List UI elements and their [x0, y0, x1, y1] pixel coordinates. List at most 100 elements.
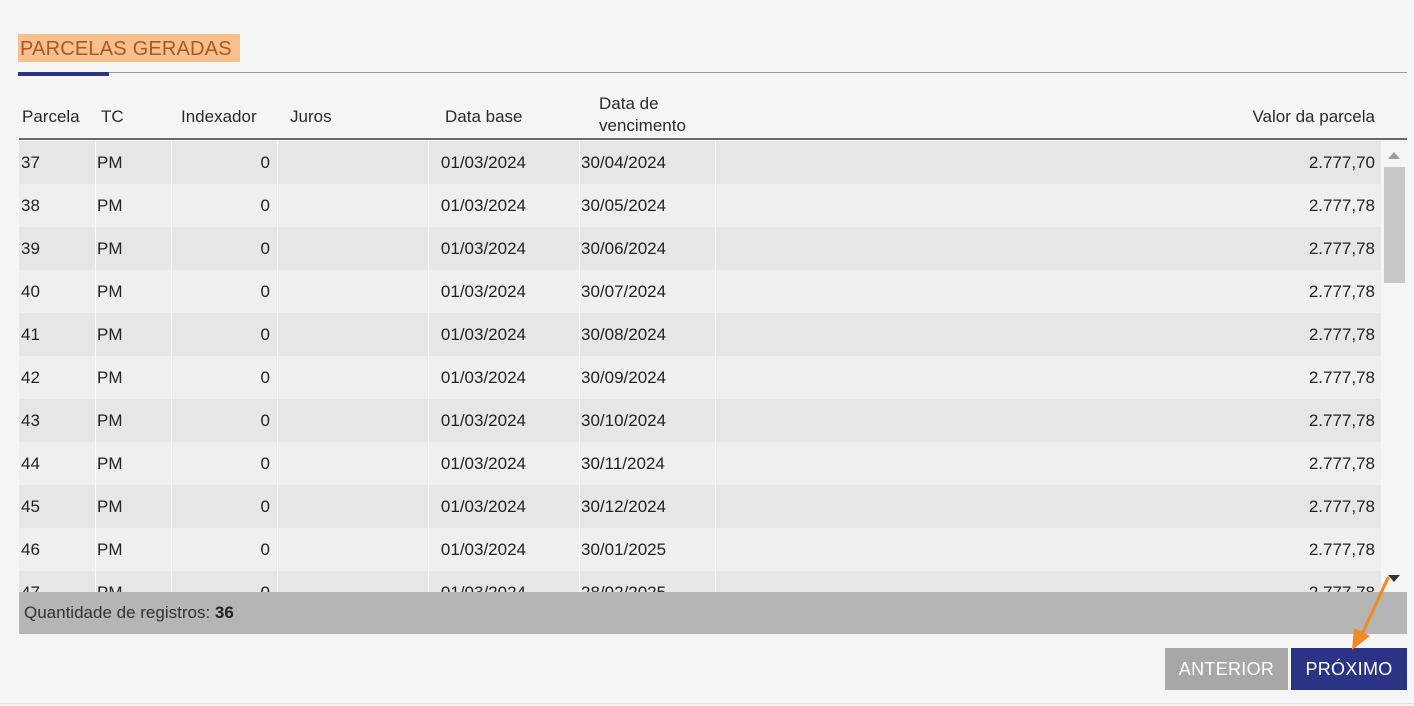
- cell-juros: [279, 442, 419, 485]
- title-divider: [18, 72, 1407, 73]
- header-tc[interactable]: TC: [101, 107, 124, 127]
- cell-indexador: 0: [260, 540, 270, 559]
- cell-parcela: 46: [21, 540, 40, 559]
- column-separator: [428, 442, 429, 485]
- header-parcela[interactable]: Parcela: [22, 107, 80, 127]
- table-row[interactable]: 39 PM 0 01/03/2024 30/06/2024 2.777,78: [19, 227, 1381, 270]
- cell-parcela: 47: [21, 571, 40, 592]
- column-separator: [579, 270, 580, 313]
- cell-data-vencimento: 30/12/2024: [581, 497, 667, 516]
- column-separator: [579, 485, 580, 528]
- cell-valor: 2.777,78: [1308, 239, 1375, 258]
- cell-parcela: 42: [21, 368, 40, 387]
- cell-juros: [279, 528, 419, 571]
- column-separator: [715, 399, 716, 442]
- column-separator: [95, 399, 96, 442]
- column-separator: [579, 313, 580, 356]
- header-juros[interactable]: Juros: [290, 107, 332, 127]
- column-separator: [277, 399, 278, 442]
- column-separator: [95, 442, 96, 485]
- cell-parcela: 37: [21, 153, 40, 172]
- cell-valor: 2.777,78: [1308, 454, 1375, 473]
- column-separator: [428, 356, 429, 399]
- cell-parcela: 45: [21, 497, 40, 516]
- column-separator: [95, 528, 96, 571]
- cell-indexador: 0: [260, 196, 270, 215]
- cell-juros: [279, 141, 419, 184]
- column-separator: [579, 141, 580, 184]
- table-row[interactable]: 42 PM 0 01/03/2024 30/09/2024 2.777,78: [19, 356, 1381, 399]
- table-row[interactable]: 40 PM 0 01/03/2024 30/07/2024 2.777,78: [19, 270, 1381, 313]
- cell-data-vencimento: 30/10/2024: [581, 411, 667, 430]
- header-indexador[interactable]: Indexador: [181, 107, 257, 127]
- column-separator: [95, 356, 96, 399]
- table-scrollbar[interactable]: [1382, 141, 1407, 592]
- column-separator: [715, 270, 716, 313]
- column-separator: [95, 571, 96, 592]
- cell-valor: 2.777,78: [1308, 196, 1375, 215]
- cell-tc: PM: [97, 153, 123, 172]
- cell-data-base: 01/03/2024: [440, 411, 526, 430]
- cell-juros: [279, 485, 419, 528]
- cell-indexador: 0: [171, 571, 270, 592]
- column-separator: [579, 399, 580, 442]
- cell-data-base: 01/03/2024: [440, 454, 526, 473]
- table-row[interactable]: 47 PM 0 01/03/2024 28/02/2025 2.777,78: [19, 571, 1381, 592]
- table-body[interactable]: 37 PM 0 01/03/2024 30/04/2024 2.777,70 38 PM 0 01…: [19, 141, 1381, 592]
- table-row[interactable]: 43 PM 0 01/03/2024 30/10/2024 2.777,78: [19, 399, 1381, 442]
- header-valor-parcela[interactable]: Valor da parcela: [1252, 107, 1375, 127]
- cell-parcela: 38: [21, 196, 40, 215]
- column-separator: [428, 571, 429, 592]
- cell-juros: [279, 399, 419, 442]
- cell-indexador: 0: [260, 325, 270, 344]
- section-title: PARCELAS GERADAS: [18, 34, 240, 62]
- cell-data-vencimento: 30/09/2024: [581, 368, 667, 387]
- cell-valor: 2.777,78: [1309, 571, 1375, 592]
- table-row[interactable]: 38 PM 0 01/03/2024 30/05/2024 2.777,78: [19, 184, 1381, 227]
- header-data-vencimento[interactable]: Data de vencimento: [599, 93, 686, 137]
- record-count-label: Quantidade de registros:: [24, 603, 211, 622]
- header-data-base[interactable]: Data base: [445, 107, 523, 127]
- cell-indexador: 0: [260, 411, 270, 430]
- column-separator: [428, 184, 429, 227]
- cell-data-vencimento: 30/05/2024: [581, 196, 667, 215]
- column-separator: [715, 313, 716, 356]
- cell-data-base: 01/03/2024: [440, 196, 526, 215]
- bottom-divider: [0, 703, 1414, 704]
- column-separator: [277, 485, 278, 528]
- table-header: Parcela TC Indexador Juros Data base Dat…: [19, 92, 1407, 138]
- scrollbar-thumb[interactable]: [1384, 167, 1405, 283]
- column-separator: [579, 571, 580, 592]
- column-separator: [715, 571, 716, 592]
- table-row[interactable]: 44 PM 0 01/03/2024 30/11/2024 2.777,78: [19, 442, 1381, 485]
- cell-data-base: 01/03/2024: [440, 368, 526, 387]
- column-separator: [428, 270, 429, 313]
- cell-data-vencimento: 30/11/2024: [581, 454, 665, 473]
- column-separator: [95, 313, 96, 356]
- title-accent-bar: [18, 72, 109, 76]
- cell-indexador: 0: [260, 153, 270, 172]
- table-row[interactable]: 46 PM 0 01/03/2024 30/01/2025 2.777,78: [19, 528, 1381, 571]
- table-row[interactable]: 37 PM 0 01/03/2024 30/04/2024 2.777,70: [19, 141, 1381, 184]
- table-row[interactable]: 45 PM 0 01/03/2024 30/12/2024 2.777,78: [19, 485, 1381, 528]
- cell-data-base: 01/03/2024: [440, 325, 526, 344]
- cell-juros: [279, 270, 419, 313]
- column-separator: [715, 356, 716, 399]
- column-separator: [428, 141, 429, 184]
- table-row[interactable]: 41 PM 0 01/03/2024 30/08/2024 2.777,78: [19, 313, 1381, 356]
- cell-valor: 2.777,78: [1308, 368, 1375, 387]
- next-button[interactable]: PRÓXIMO: [1291, 648, 1407, 690]
- cell-valor: 2.777,78: [1308, 540, 1375, 559]
- cell-data-vencimento: 30/08/2024: [581, 325, 667, 344]
- column-separator: [715, 227, 716, 270]
- scroll-up-arrow-icon[interactable]: [1388, 152, 1400, 159]
- column-separator: [428, 485, 429, 528]
- column-separator: [95, 141, 96, 184]
- cell-valor: 2.777,78: [1308, 282, 1375, 301]
- cell-parcela: 40: [21, 282, 40, 301]
- cell-juros: [279, 313, 419, 356]
- scroll-down-arrow-icon[interactable]: [1388, 575, 1400, 582]
- column-separator: [579, 184, 580, 227]
- previous-button[interactable]: ANTERIOR: [1165, 648, 1288, 690]
- header-data-vencimento-line1: Data de: [599, 94, 659, 113]
